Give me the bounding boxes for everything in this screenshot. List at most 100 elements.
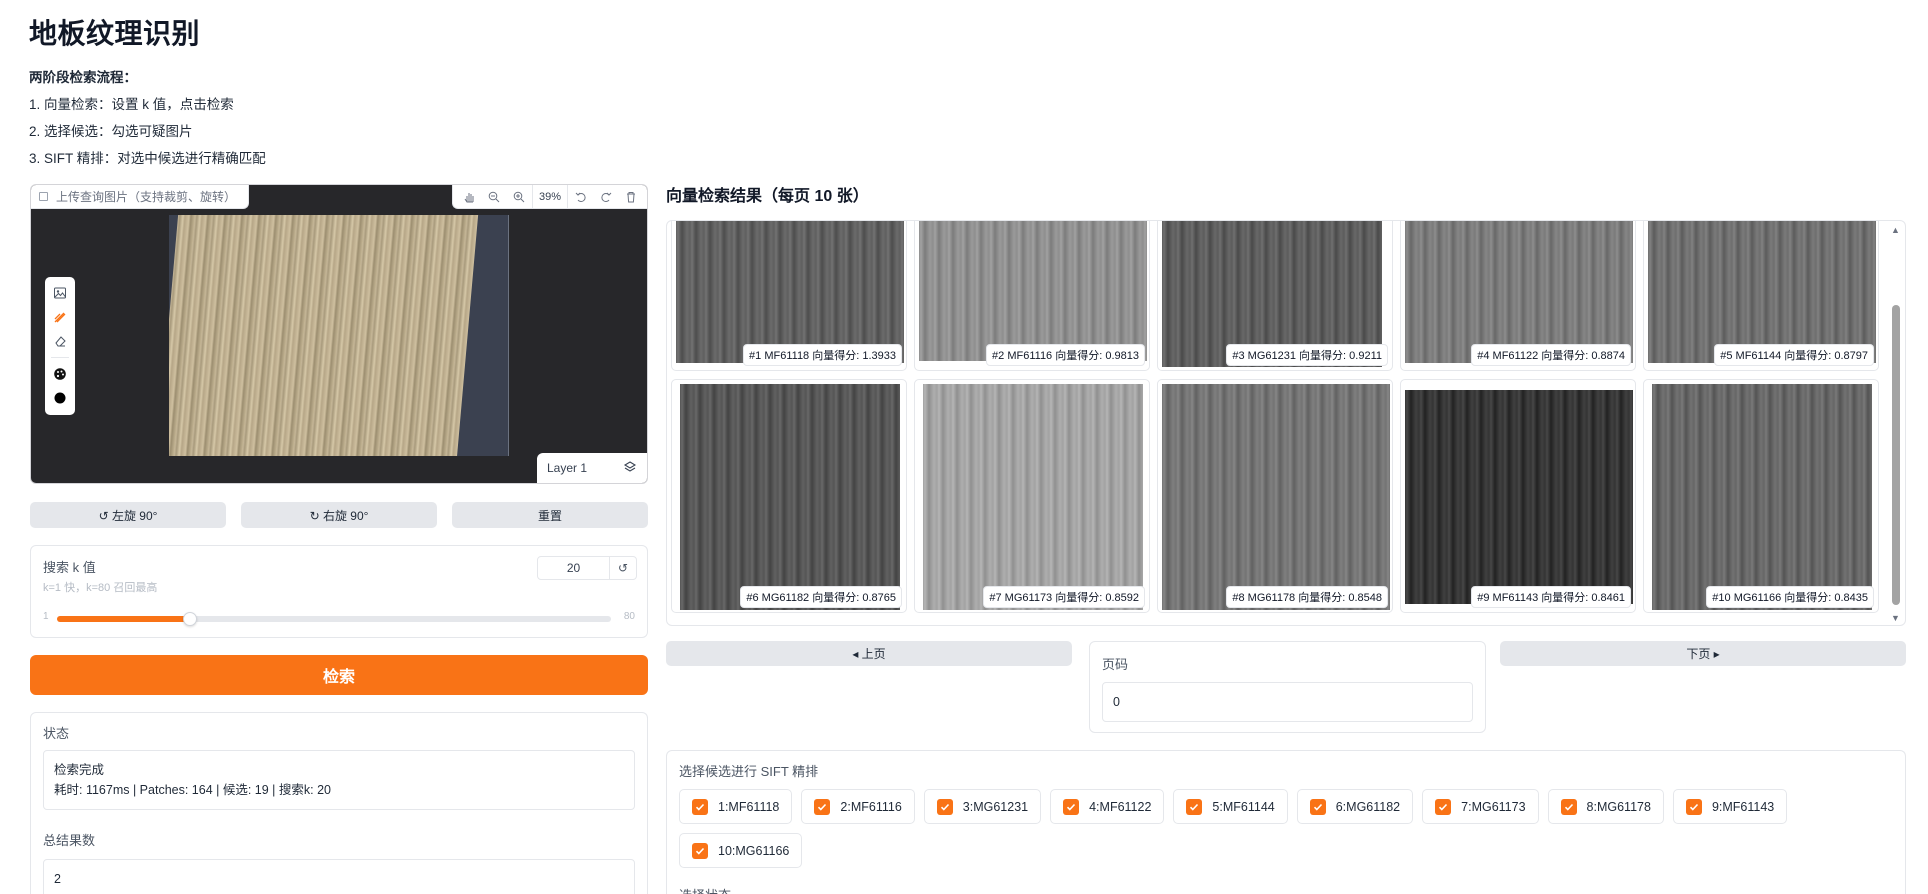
candidate-checkbox[interactable]: 3:MG61231 <box>923 789 1042 824</box>
image-editor[interactable]: 上传查询图片（支持裁剪、旋转） 39% Layer 1 <box>30 184 648 484</box>
k-number-input[interactable]: 20 ↺ <box>537 556 637 580</box>
checkbox-checked-icon[interactable] <box>1309 798 1326 815</box>
candidate-checkbox[interactable]: 1:MF61118 <box>679 789 793 824</box>
trash-icon[interactable] <box>618 185 643 209</box>
candidate-label: 3:MG61231 <box>962 799 1029 814</box>
query-image[interactable] <box>169 215 509 456</box>
k-value-panel: 搜索 k 值 k=1 快，k=80 召回最高 20 ↺ 1 80 <box>30 545 648 638</box>
prev-page-button[interactable]: ◂ 上页 <box>666 641 1072 666</box>
search-button[interactable]: 检索 <box>30 655 648 695</box>
image-icon <box>39 192 48 201</box>
result-item[interactable]: #3 MG61231 向量得分: 0.9211 <box>1157 221 1393 371</box>
candidate-label: 选择候选进行 SIFT 精排 <box>679 764 819 779</box>
candidate-checkbox[interactable]: 6:MG61182 <box>1296 789 1414 824</box>
color-dot-icon[interactable] <box>50 388 70 408</box>
result-item[interactable]: #10 MG61166 向量得分: 0.8435 <box>1643 379 1879 613</box>
result-thumbnail <box>1162 384 1390 610</box>
eraser-icon[interactable] <box>50 331 70 351</box>
result-caption: #1 MF61118 向量得分: 1.3933 <box>743 344 902 366</box>
status-line: 检索完成 <box>54 763 105 777</box>
result-caption: #6 MG61182 向量得分: 0.8765 <box>740 586 902 608</box>
zoom-in-icon[interactable] <box>507 185 532 209</box>
result-thumbnail <box>1648 221 1876 363</box>
results-title: 向量检索结果（每页 10 张） <box>666 188 869 205</box>
rotate-right-button[interactable]: ↻ 右旋 90° <box>241 502 437 528</box>
candidate-checkbox[interactable]: 7:MG61173 <box>1422 789 1539 824</box>
instructions-heading: 两阶段检索流程： <box>29 70 137 85</box>
page-title: 地板纹理识别 <box>29 18 201 49</box>
status-panel: 状态 检索完成 耗时: 1167ms | Patches: 164 | 候选: … <box>30 712 648 894</box>
gallery-scrollbar[interactable]: ▲ ▼ <box>1889 221 1903 625</box>
checkbox-checked-icon[interactable] <box>814 798 831 815</box>
reset-button[interactable]: 重置 <box>452 502 648 528</box>
rotate-left-button[interactable]: ↺ 左旋 90° <box>30 502 226 528</box>
candidate-label: 2:MF61116 <box>840 799 902 814</box>
checkbox-checked-icon[interactable] <box>1435 798 1452 815</box>
next-page-button[interactable]: 下页 ▸ <box>1500 641 1906 666</box>
status-line: 耗时: 1167ms | Patches: 164 | 候选: 19 | 搜索k… <box>54 783 331 797</box>
scroll-down-icon[interactable]: ▼ <box>1891 613 1900 623</box>
result-caption: #5 MF61144 向量得分: 0.8797 <box>1714 344 1874 366</box>
candidate-checkbox[interactable]: 8:MG61178 <box>1547 789 1664 824</box>
zoom-out-icon[interactable] <box>482 185 507 209</box>
redo-icon[interactable] <box>593 185 618 209</box>
instructions: 两阶段检索流程： 1. 向量检索：设置 k 值，点击检索 2. 选择候选：勾选可… <box>29 64 266 172</box>
candidate-checkbox[interactable]: 5:MF61144 <box>1173 789 1288 824</box>
results-grid: #1 MF61118 向量得分: 1.3933 #2 MF61116 向量得分: … <box>671 221 1889 613</box>
candidate-checkbox[interactable]: 4:MF61122 <box>1050 789 1165 824</box>
k-value[interactable]: 20 <box>538 557 610 579</box>
result-thumbnail <box>1652 384 1872 610</box>
checkbox-checked-icon[interactable] <box>692 842 708 859</box>
result-thumbnail <box>1405 390 1633 604</box>
instruction-step: 3. SIFT 精排：对选中候选进行精确匹配 <box>29 151 266 166</box>
result-item[interactable]: #4 MF61122 向量得分: 0.8874 <box>1400 221 1636 371</box>
reset-icon[interactable]: ↺ <box>610 557 636 579</box>
result-thumbnail <box>676 221 904 363</box>
candidate-label: 1:MF61118 <box>718 799 780 814</box>
checkbox-checked-icon[interactable] <box>1186 798 1203 815</box>
candidate-label: 7:MG61173 <box>1461 799 1526 814</box>
undo-icon[interactable] <box>568 185 593 209</box>
result-item[interactable]: #1 MF61118 向量得分: 1.3933 <box>671 221 907 371</box>
page-number-input[interactable]: 0 <box>1102 682 1473 722</box>
result-caption: #8 MG61178 向量得分: 0.8548 <box>1226 586 1388 608</box>
result-item[interactable]: #7 MG61173 向量得分: 0.8592 <box>914 379 1150 613</box>
total-results-field[interactable]: 2 <box>43 859 635 894</box>
checkbox-checked-icon[interactable] <box>1685 798 1702 815</box>
layer-selector[interactable]: Layer 1 <box>537 453 647 483</box>
brush-icon[interactable] <box>50 307 70 327</box>
side-toolbar <box>45 277 75 415</box>
result-item[interactable]: #2 MF61116 向量得分: 0.9813 <box>914 221 1150 371</box>
results-gallery: #1 MF61118 向量得分: 1.3933 #2 MF61116 向量得分: … <box>666 220 1906 626</box>
result-item[interactable]: #6 MG61182 向量得分: 0.8765 <box>671 379 907 613</box>
result-thumbnail <box>1405 221 1633 363</box>
candidate-checkbox[interactable]: 10:MG61166 <box>679 833 803 868</box>
result-caption: #7 MG61173 向量得分: 0.8592 <box>983 586 1145 608</box>
image-icon[interactable] <box>50 283 70 303</box>
scrollbar-thumb[interactable] <box>1892 305 1900 605</box>
checkbox-checked-icon[interactable] <box>1063 798 1080 815</box>
result-item[interactable]: #8 MG61178 向量得分: 0.8548 <box>1157 379 1393 613</box>
upload-label: 上传查询图片（支持裁剪、旋转） <box>31 185 250 209</box>
candidate-label: 8:MG61178 <box>1586 799 1651 814</box>
checkbox-checked-icon[interactable] <box>1560 798 1577 815</box>
checkbox-checked-icon[interactable] <box>692 798 708 815</box>
k-slider[interactable] <box>57 612 611 626</box>
candidate-label: 9:MF61143 <box>1711 799 1775 814</box>
result-caption: #4 MF61122 向量得分: 0.8874 <box>1471 344 1631 366</box>
page-number-panel: 页码 0 <box>1089 641 1486 733</box>
candidate-label: 10:MG61166 <box>718 843 790 858</box>
pan-icon[interactable] <box>457 185 482 209</box>
k-slider-thumb[interactable] <box>182 612 197 626</box>
candidate-label: 5:MF61144 <box>1212 799 1275 814</box>
candidate-checkbox[interactable]: 2:MF61116 <box>801 789 915 824</box>
k-max: 80 <box>623 611 635 622</box>
palette-icon[interactable] <box>50 364 70 384</box>
candidate-list: 1:MF61118 2:MF61116 3:MG61231 4:MF61122 5:MF… <box>679 789 1889 868</box>
result-item[interactable]: #9 MF61143 向量得分: 0.8461 <box>1400 379 1636 613</box>
result-item[interactable]: #5 MF61144 向量得分: 0.8797 <box>1643 221 1879 371</box>
checkbox-checked-icon[interactable] <box>936 798 953 815</box>
scroll-up-icon[interactable]: ▲ <box>1891 225 1900 235</box>
candidate-checkbox[interactable]: 9:MF61143 <box>1672 789 1788 824</box>
candidate-label: 4:MF61122 <box>1089 799 1152 814</box>
